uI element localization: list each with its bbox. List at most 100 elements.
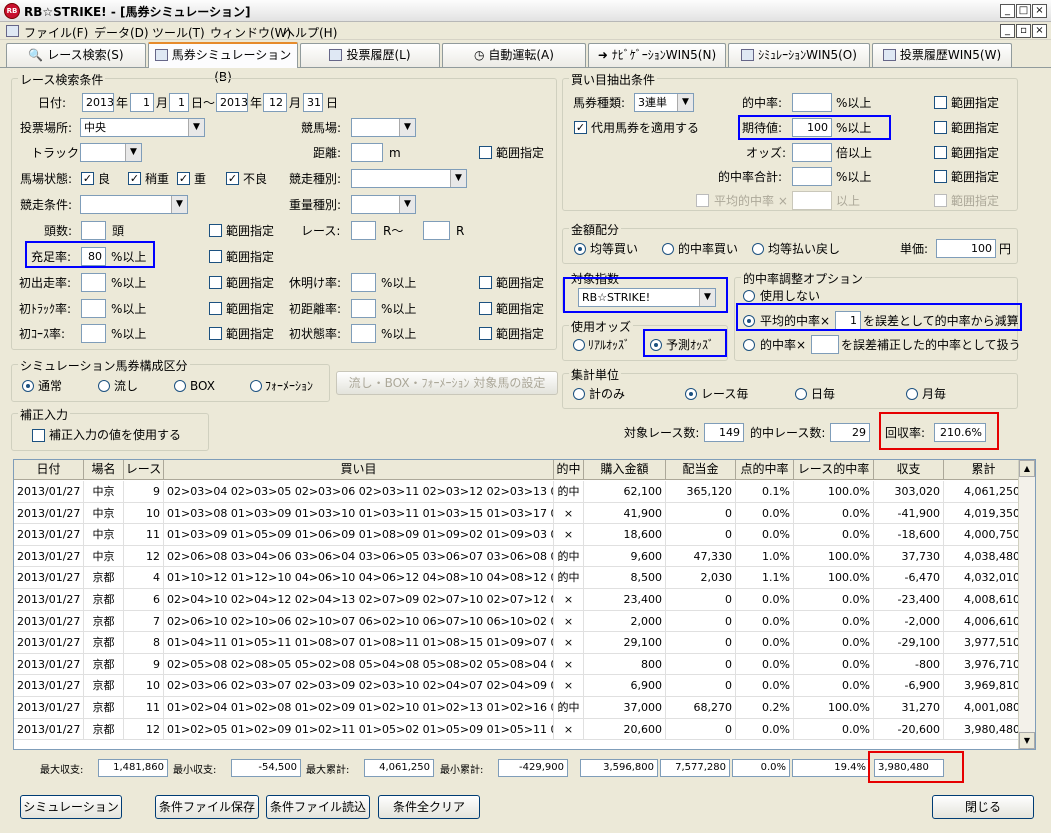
cond-good-checkbox[interactable]: ✓ [81, 172, 94, 185]
tab-auto[interactable]: ◷ 自動運転(A) [442, 43, 586, 67]
close-icon[interactable]: × [1032, 4, 1047, 18]
first-run-range-checkbox[interactable] [209, 276, 222, 289]
equal-buy-radio[interactable] [574, 243, 586, 255]
header-point-hit[interactable]: 点的中率 [736, 460, 794, 480]
menu-tools[interactable]: ツール(T) [152, 24, 205, 41]
substitute-checkbox[interactable]: ✓ [574, 121, 587, 134]
first-run-input[interactable] [81, 273, 106, 292]
expect-range-checkbox[interactable] [934, 121, 947, 134]
table-row[interactable]: 2013/01/27 京都 12 01>02>05 01>02>09 01>02>11… [14, 718, 1024, 741]
sim-nagashi-radio[interactable] [98, 380, 110, 392]
table-row[interactable]: 2013/01/27 中京 10 01>03>08 01>03>09 01>03>10… [14, 502, 1024, 525]
header-hit[interactable]: 的中 [554, 460, 584, 480]
close-button[interactable]: 閉じる [932, 795, 1034, 819]
mdi-restore-icon[interactable]: ▫ [1016, 24, 1031, 38]
fill-range-checkbox[interactable] [209, 250, 222, 263]
header-bets[interactable]: 買い目 [164, 460, 554, 480]
menu-window[interactable]: ウィンドウ(W) [210, 24, 291, 41]
from-year-input[interactable]: 2013 [82, 93, 114, 112]
odds-range-checkbox[interactable] [934, 146, 947, 159]
odds-input[interactable] [792, 143, 832, 162]
header-race[interactable]: レース [124, 460, 164, 480]
to-year-input[interactable]: 2013 [216, 93, 248, 112]
to-day-input[interactable]: 31 [303, 93, 323, 112]
maximize-icon[interactable]: □ [1016, 4, 1031, 18]
minimize-icon[interactable]: _ [1000, 4, 1015, 18]
table-row[interactable]: 2013/01/27 中京 9 02>03>04 02>03>05 02>03>06 … [14, 481, 1024, 503]
from-day-input[interactable]: 1 [169, 93, 189, 112]
table-row[interactable]: 2013/01/27 京都 7 02>06>10 02>10>06 02>10>07 … [14, 610, 1024, 633]
table-row[interactable]: 2013/01/27 中京 12 02>06>08 03>04>06 03>06>04… [14, 545, 1024, 568]
table-row[interactable]: 2013/01/27 京都 4 01>10>12 01>12>10 04>06>10 … [14, 567, 1024, 589]
cond-heavy-checkbox[interactable]: ✓ [177, 172, 190, 185]
weight-select[interactable]: ▼ [351, 195, 416, 214]
cond-bad-checkbox[interactable]: ✓ [226, 172, 239, 185]
race-from-input[interactable] [351, 221, 376, 240]
header-venue[interactable]: 場名 [84, 460, 124, 480]
first-state-range-checkbox[interactable] [479, 327, 492, 340]
table-row[interactable]: 2013/01/27 京都 9 02>05>08 02>08>05 05>02>08 … [14, 653, 1024, 676]
first-track-range-checkbox[interactable] [209, 302, 222, 315]
first-dist-input[interactable] [351, 299, 376, 318]
header-date[interactable]: 日付 [14, 460, 84, 480]
header-payout[interactable]: 配当金 [666, 460, 736, 480]
tab-history[interactable]: 投票履歴(L) [300, 43, 440, 67]
adjust-hit-radio[interactable] [743, 339, 755, 351]
track-select[interactable]: ▼ [80, 143, 142, 162]
sim-normal-radio[interactable] [22, 380, 34, 392]
formation-setup-button[interactable]: 流し・BOX・ﾌｫｰﾒｰｼｮﾝ 対象馬の設定 [336, 371, 558, 395]
race-cond-select[interactable]: ▼ [80, 195, 188, 214]
hit-rate-input[interactable] [792, 93, 832, 112]
load-conditions-button[interactable]: 条件ファイル読込 [266, 795, 370, 819]
avg-hit-input[interactable] [792, 191, 832, 210]
table-row[interactable]: 2013/01/27 京都 11 01>02>04 01>02>08 01>02>09… [14, 697, 1024, 719]
table-row[interactable]: 2013/01/27 京都 10 02>03>06 02>03>07 02>03>09… [14, 675, 1024, 697]
mdi-close-icon[interactable]: × [1032, 24, 1047, 38]
hit-total-range-checkbox[interactable] [934, 170, 947, 183]
tab-simulation[interactable]: 馬券シミュレーション(B) [148, 42, 298, 84]
results-table[interactable]: 日付 場名 レース 買い目 的中 購入金額 配当金 点的中率 レース的中率 収支 累計 2013/0… [13, 459, 1036, 750]
distance-input[interactable] [351, 143, 383, 162]
first-course-input[interactable] [81, 324, 106, 343]
tab-nav-win5[interactable]: ➜ ﾅﾋﾞｹﾞｰｼｮﾝWIN5(N) [588, 43, 726, 67]
save-conditions-button[interactable]: 条件ファイル保存 [155, 795, 259, 819]
hit-total-input[interactable] [792, 167, 832, 186]
distance-range-checkbox[interactable] [479, 146, 492, 159]
avg-hit-range-checkbox[interactable] [934, 194, 947, 207]
course-select[interactable]: ▼ [351, 118, 416, 137]
first-dist-range-checkbox[interactable] [479, 302, 492, 315]
header-profit[interactable]: 収支 [874, 460, 944, 480]
sim-formation-radio[interactable] [250, 380, 262, 392]
header-race-hit[interactable]: レース的中率 [794, 460, 874, 480]
menu-help[interactable]: ヘルプ(H) [283, 24, 337, 41]
avg-hit-checkbox[interactable] [696, 194, 709, 207]
venue-select[interactable]: 中央 ▼ [80, 118, 205, 137]
sim-box-radio[interactable] [174, 380, 186, 392]
table-row[interactable]: 2013/01/27 中京 11 01>03>09 01>05>09 01>06>09… [14, 524, 1024, 546]
first-state-input[interactable] [351, 324, 376, 343]
header-buy[interactable]: 購入金額 [584, 460, 666, 480]
cond-slightly-checkbox[interactable]: ✓ [128, 172, 141, 185]
tab-race-search[interactable]: 🔍 レース検索(S) [6, 43, 146, 67]
menu-data[interactable]: データ(D) [94, 24, 149, 41]
agg-race-radio[interactable] [685, 388, 697, 400]
unit-price-input[interactable]: 100 [936, 239, 996, 258]
tab-sim-win5[interactable]: ｼﾐｭﾚｰｼｮﾝWIN5(O) [728, 43, 870, 67]
from-month-input[interactable]: 1 [130, 93, 154, 112]
tab-history-win5[interactable]: 投票履歴WIN5(W) [872, 43, 1012, 67]
header-cumulative[interactable]: 累計 [944, 460, 1024, 480]
agg-day-radio[interactable] [795, 388, 807, 400]
equal-payout-radio[interactable] [752, 243, 764, 255]
adjust-hit-input[interactable] [811, 335, 839, 354]
simulate-button[interactable]: シミュレーション [20, 795, 122, 819]
agg-month-radio[interactable] [906, 388, 918, 400]
first-track-input[interactable] [81, 299, 106, 318]
menu-file[interactable]: ファイル(F) [24, 24, 88, 41]
scroll-down-icon[interactable]: ▼ [1019, 732, 1035, 749]
clear-conditions-button[interactable]: 条件全クリア [378, 795, 480, 819]
heads-range-checkbox[interactable] [209, 224, 222, 237]
mdi-minimize-icon[interactable]: _ [1000, 24, 1015, 38]
rest-input[interactable] [351, 273, 376, 292]
correction-checkbox[interactable] [32, 429, 45, 442]
adjust-none-radio[interactable] [743, 290, 755, 302]
